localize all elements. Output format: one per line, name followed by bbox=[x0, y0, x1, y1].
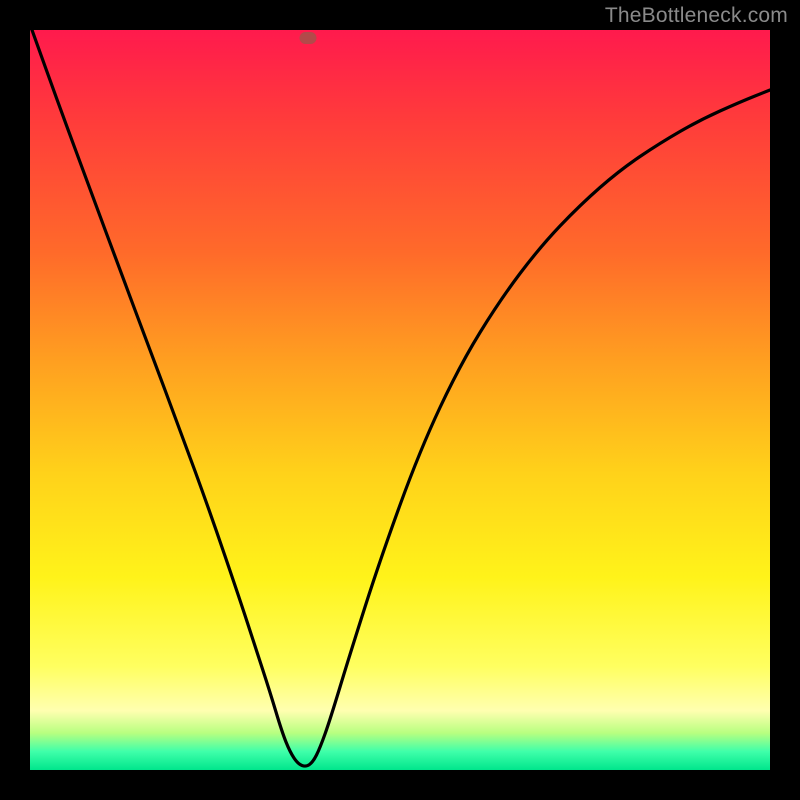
watermark-text: TheBottleneck.com bbox=[605, 4, 788, 28]
chart-frame bbox=[0, 0, 800, 800]
